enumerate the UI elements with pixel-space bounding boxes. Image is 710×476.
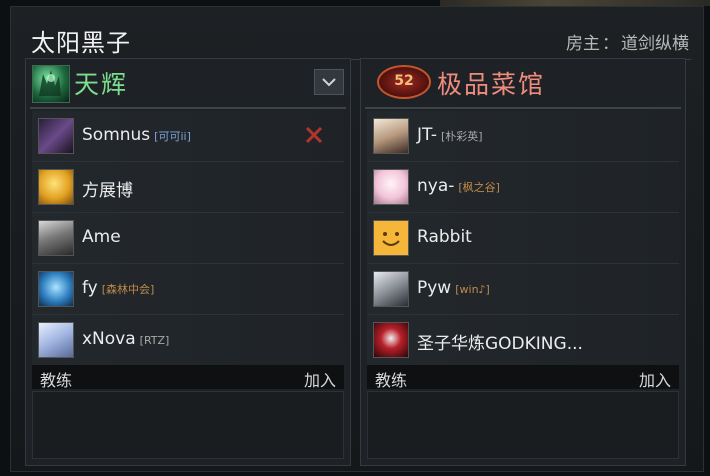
wolf-avatar [373,271,409,307]
team-panel-radiant: 天辉 Somnus [可可ii] 方展博 Ame fy [森林中会] xNova… [25,58,351,466]
player-tag: [win♪] [455,283,490,296]
host-separator: ： [602,34,619,54]
player-slot[interactable]: 方展博 [32,162,344,213]
join-coach-button[interactable]: 加入 [639,367,671,391]
player-name: Pyw [417,278,452,298]
player-slot[interactable]: nya- [枫之谷] [367,162,679,213]
player-slot[interactable]: 圣子华炼GODKING... [367,315,679,366]
player-slot[interactable]: JT- [朴彩英] [367,111,679,162]
team-dropdown-button[interactable] [314,69,344,95]
player-name: Somnus [82,125,151,145]
player-tag: [森林中会] [101,283,155,296]
portrait-avatar [373,118,409,154]
player-slot[interactable]: Somnus [可可ii] [32,111,344,162]
chevron-down-icon [322,78,336,87]
smiley-face-avatar [373,220,409,256]
team-name-dire: 极品菜馆 [437,70,546,99]
host-label: 房主 [566,34,600,54]
player-tag: [RTZ] [139,334,170,347]
player-list-radiant: Somnus [可可ii] 方展博 Ame fy [森林中会] xNova [R… [32,111,344,366]
player-slot[interactable]: Ame [32,213,344,264]
coach-slot-dire[interactable] [367,391,679,459]
dark-hero-avatar [38,118,74,154]
player-name-row: JT- [朴彩英] [417,125,483,145]
player-name-row: Rabbit [417,227,472,247]
player-slot[interactable]: Rabbit [367,213,679,264]
coach-header-radiant: 教练 加入 [32,365,344,391]
player-name: 圣子华炼GODKING... [417,334,583,354]
join-coach-button[interactable]: 加入 [304,367,336,391]
player-name: xNova [82,329,136,349]
coach-label: 教练 [40,371,73,390]
player-name: Ame [82,227,121,247]
player-name: fy [82,278,98,298]
player-slot[interactable]: fy [森林中会] [32,264,344,315]
player-tag: [朴彩英] [440,130,483,143]
player-slot[interactable]: xNova [RTZ] [32,315,344,366]
host-name: 道剑纵横 [621,34,689,54]
radiant-logo-icon [32,65,70,103]
coach-slot-radiant[interactable] [32,391,344,459]
player-name-row: nya- [枫之谷] [417,176,500,196]
coach-label: 教练 [375,371,408,390]
player-name-row: Somnus [可可ii] [82,125,191,145]
player-name-row: xNova [RTZ] [82,329,169,349]
close-icon[interactable] [304,125,324,145]
lobby-title: 太阳黑子 [31,29,131,57]
dire-logo-text: 52 [394,73,414,89]
host-info: 房主：道剑纵横 [566,29,689,54]
team-header-dire: 52 极品菜馆 [361,59,685,109]
player-name: nya- [417,176,455,196]
team-panel-dire: 52 极品菜馆 JT- [朴彩英] nya- [枫之谷] Rabbit Pyw … [360,58,686,466]
player-tag: [枫之谷] [458,181,500,194]
player-name-row: 圣子华炼GODKING... [417,329,583,354]
player-tag: [可可ii] [154,130,191,143]
player-name: JT- [417,125,437,145]
golden-beast-avatar [38,169,74,205]
player-name: 方展博 [82,181,133,201]
team-header-radiant: 天辉 [26,59,350,109]
player-name-row: fy [森林中会] [82,278,154,298]
player-slot[interactable]: Pyw [win♪] [367,264,679,315]
header-divider [30,107,346,109]
header-divider [365,107,681,109]
player-name-row: Pyw [win♪] [417,278,490,298]
anime-girl-avatar [38,322,74,358]
player-list-dire: JT- [朴彩英] nya- [枫之谷] Rabbit Pyw [win♪] 圣… [367,111,679,366]
red-mask-avatar [373,322,409,358]
coach-header-dire: 教练 加入 [367,365,679,391]
player-name: Rabbit [417,227,472,247]
grey-figure-avatar [38,220,74,256]
team-name-radiant: 天辉 [74,70,129,99]
player-name-row: 方展博 [82,176,133,201]
blue-creature-avatar [38,271,74,307]
dire-team-logo-icon: 52 [377,65,431,99]
pink-anime-avatar [373,169,409,205]
player-name-row: Ame [82,227,121,247]
